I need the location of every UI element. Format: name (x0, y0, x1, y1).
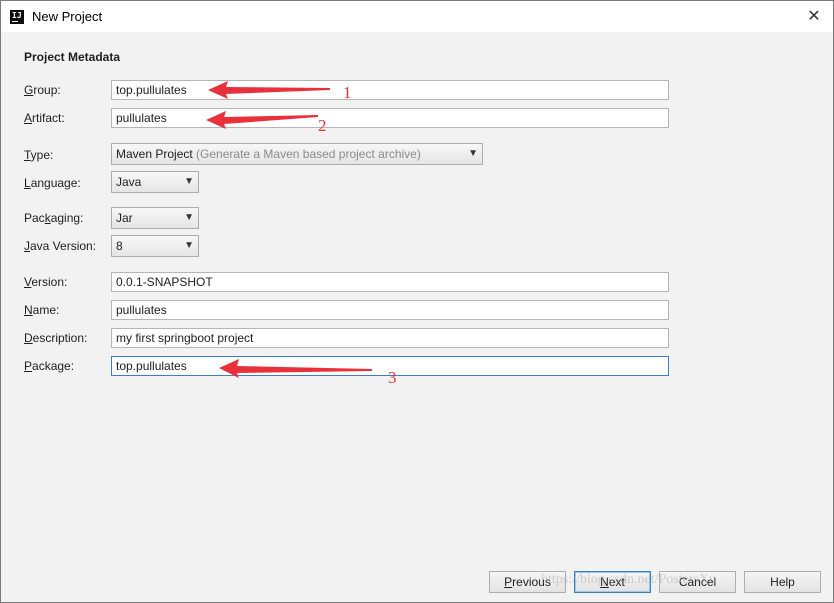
java-version-select[interactable]: 8 ▼ (111, 235, 199, 257)
chevron-down-icon: ▼ (184, 176, 194, 187)
section-title: Project Metadata (24, 50, 121, 64)
language-select[interactable]: Java ▼ (111, 171, 199, 193)
new-project-dialog: IJ New Project ✕ Project Metadata Group:… (0, 0, 834, 603)
group-input[interactable]: top.pullulates (111, 80, 669, 100)
title-bar: IJ New Project ✕ (1, 1, 833, 32)
packaging-label: Packaging: (24, 211, 84, 225)
help-button[interactable]: Help (744, 571, 821, 593)
version-input[interactable]: 0.0.1-SNAPSHOT (111, 272, 669, 292)
package-label: Package: (24, 359, 75, 373)
artifact-input[interactable]: pullulates (111, 108, 669, 128)
language-label: Language: (24, 176, 81, 190)
description-input[interactable]: my first springboot project (111, 328, 669, 348)
group-label: Group: (24, 83, 61, 97)
java-version-value: 8 (116, 239, 123, 253)
window-title: New Project (32, 9, 103, 24)
intellij-app-icon: IJ (10, 10, 24, 24)
description-label: Description: (24, 331, 88, 345)
annotation-3: 3 (388, 368, 397, 387)
packaging-value: Jar (116, 211, 133, 225)
type-value: Maven Project (116, 147, 193, 161)
artifact-label: Artifact: (24, 111, 65, 125)
java-version-label: Java Version: (24, 239, 97, 253)
language-value: Java (116, 175, 142, 189)
chevron-down-icon: ▼ (184, 212, 194, 223)
chevron-down-icon: ▼ (184, 240, 194, 251)
close-button[interactable]: ✕ (795, 1, 833, 32)
annotation-2: 2 (318, 116, 327, 135)
type-label: Type: (24, 148, 54, 162)
name-input[interactable]: pullulates (111, 300, 669, 320)
type-hint: (Generate a Maven based project archive) (196, 147, 421, 161)
watermark: https://blog.csdn.net/PostersXu (541, 572, 716, 587)
type-select[interactable]: Maven Project (Generate a Maven based pr… (111, 143, 483, 165)
chevron-down-icon: ▼ (468, 148, 478, 159)
packaging-select[interactable]: Jar ▼ (111, 207, 199, 229)
name-label: Name: (24, 303, 60, 317)
annotation-1: 1 (343, 83, 352, 102)
version-label: Version: (24, 275, 68, 289)
